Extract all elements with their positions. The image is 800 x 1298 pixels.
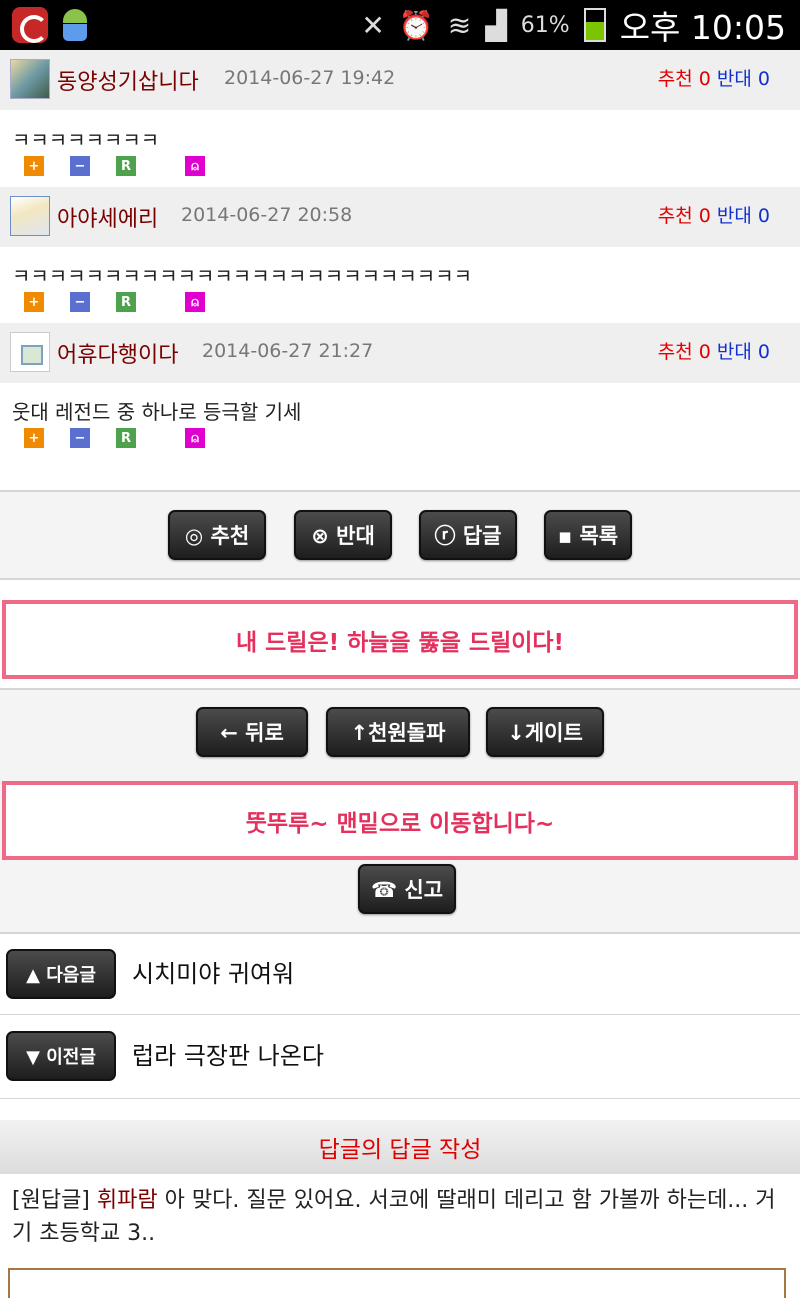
action-band [0, 492, 800, 578]
next-post-button[interactable]: ▲ 다음글 [6, 949, 116, 999]
alert-bell-button[interactable]: ⍝ [185, 156, 205, 176]
comment-date: 2014-06-27 19:42 [224, 67, 396, 89]
reply-r-button[interactable]: R [116, 428, 136, 448]
reply-textarea[interactable] [8, 1268, 786, 1298]
divider [0, 932, 800, 934]
report-button[interactable]: ☎ 신고 [358, 864, 456, 914]
comment-header: 동양성기삽니다 2014-06-27 19:42 추천 0 반대 0 [0, 50, 800, 110]
comment-header: 어휴다행이다 2014-06-27 21:27 추천 0 반대 0 [0, 323, 800, 383]
comment-date: 2014-06-27 20:58 [181, 204, 353, 226]
comment-header: 아야세에리 2014-06-27 20:58 추천 0 반대 0 [0, 187, 800, 247]
android-notification-icon [58, 7, 92, 43]
clock: 오후 10:05 [619, 8, 786, 47]
avatar[interactable] [10, 332, 50, 372]
recommend-button[interactable]: ◎ 추천 [168, 510, 266, 560]
battery-icon [583, 8, 606, 42]
alert-bell-button[interactable]: ⍝ [185, 428, 205, 448]
comment-author[interactable]: 아야세에리 [57, 201, 158, 233]
prev-post-title[interactable]: 럽라 극장판 나온다 [132, 1036, 324, 1071]
reply-button[interactable]: ⓡ 답글 [419, 510, 517, 560]
scroll-banner[interactable]: 뚯뚜루~ 맨밑으로 이동합니다~ [2, 781, 798, 860]
list-button[interactable]: ▪ 목록 [544, 510, 632, 560]
plus-button[interactable]: + [24, 428, 44, 448]
divider [0, 1098, 800, 1099]
next-post-title[interactable]: 시치미야 귀여워 [132, 954, 294, 989]
plus-button[interactable]: + [24, 292, 44, 312]
promo-banner[interactable]: 내 드릴은! 하늘을 뚫을 드릴이다! [2, 600, 798, 679]
alert-bell-button[interactable]: ⍝ [185, 292, 205, 312]
minus-button[interactable]: − [70, 292, 90, 312]
divider [0, 1014, 800, 1015]
divider [0, 578, 800, 580]
status-bar: ✕ ⏰ ≋ ▟ 61% 오후 10:05 [0, 0, 800, 50]
alarm-icon: ⏰ [398, 8, 434, 42]
comment-votes: 추천 0 반대 0 [657, 68, 770, 90]
wifi-icon: ≋ [447, 8, 472, 42]
comment-votes: 추천 0 반대 0 [657, 341, 770, 363]
comment-text: ㅋㅋㅋㅋㅋㅋㅋㅋ [12, 128, 160, 152]
prev-post-button[interactable]: ▼ 이전글 [6, 1031, 116, 1081]
comment-date: 2014-06-27 21:27 [202, 340, 374, 362]
battery-percent: 61% [520, 12, 570, 38]
avatar[interactable] [10, 59, 50, 99]
comment-text: ㅋㅋㅋㅋㅋㅋㅋㅋㅋㅋㅋㅋㅋㅋㅋㅋㅋㅋㅋㅋㅋㅋㅋㅋㅋ [12, 264, 472, 288]
comment-author[interactable]: 동양성기삽니다 [57, 64, 199, 96]
silent-mode-icon: ✕ [361, 8, 385, 42]
comment-votes: 추천 0 반대 0 [657, 205, 770, 227]
plus-button[interactable]: + [24, 156, 44, 176]
back-button[interactable]: ← 뒤로 [196, 707, 308, 757]
minus-button[interactable]: − [70, 428, 90, 448]
go-top-button[interactable]: ↑천원돌파 [326, 707, 470, 757]
reply-r-button[interactable]: R [116, 156, 136, 176]
reply-section-title: 답글의 답글 작성 [0, 1120, 800, 1174]
notification-app-icon [12, 7, 48, 43]
comment-author[interactable]: 어휴다행이다 [57, 337, 178, 369]
minus-button[interactable]: − [70, 156, 90, 176]
reply-r-button[interactable]: R [116, 292, 136, 312]
signal-icon: ▟ [485, 8, 507, 42]
original-reply-author[interactable]: 휘파람 [97, 1188, 158, 1213]
comment-text: 웃대 레전드 중 하나로 등극할 기세 [12, 400, 302, 424]
oppose-button[interactable]: ⊗ 반대 [294, 510, 392, 560]
avatar[interactable] [10, 196, 50, 236]
go-bottom-button[interactable]: ↓게이트 [486, 707, 604, 757]
original-reply: [원답글] 휘파람 아 맞다. 질문 있어요. 서코에 딸래미 데리고 함 가볼… [12, 1188, 776, 1246]
